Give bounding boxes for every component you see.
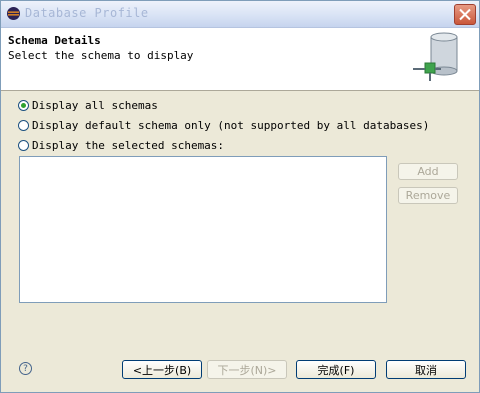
back-button[interactable]: <上一步(B) xyxy=(122,360,202,379)
option-label: Display the selected schemas: xyxy=(32,138,225,152)
header-title: Schema Details xyxy=(8,34,101,47)
cancel-button[interactable]: 取消 xyxy=(386,360,466,379)
database-icon xyxy=(413,32,458,81)
radio-selected-schemas[interactable] xyxy=(18,139,29,151)
database-profile-window: Database Profile Schema Details Select t… xyxy=(0,0,480,393)
option-all-schemas[interactable]: Display all schemas xyxy=(18,98,158,112)
wizard-header: Schema Details Select the schema to disp… xyxy=(1,28,479,91)
add-button[interactable]: Add xyxy=(398,163,458,180)
window-title: Database Profile xyxy=(25,6,149,20)
title-bar[interactable]: Database Profile xyxy=(1,1,479,28)
option-selected-schemas[interactable]: Display the selected schemas: xyxy=(18,138,224,152)
option-default-schema[interactable]: Display default schema only (not support… xyxy=(18,118,429,132)
close-button[interactable] xyxy=(454,4,476,25)
radio-all-schemas[interactable] xyxy=(18,99,29,111)
remove-button[interactable]: Remove xyxy=(398,187,458,204)
finish-button[interactable]: 完成(F) xyxy=(296,360,376,379)
close-icon xyxy=(459,8,471,21)
header-description: Select the schema to display xyxy=(8,49,194,62)
schema-list[interactable] xyxy=(19,156,387,303)
eclipse-icon xyxy=(7,7,20,20)
next-button[interactable]: 下一步(N)> xyxy=(207,360,287,379)
help-icon[interactable]: ? xyxy=(19,362,32,375)
radio-default-schema[interactable] xyxy=(18,119,29,131)
option-label: Display default schema only (not support… xyxy=(32,118,430,132)
option-label: Display all schemas xyxy=(32,98,158,112)
